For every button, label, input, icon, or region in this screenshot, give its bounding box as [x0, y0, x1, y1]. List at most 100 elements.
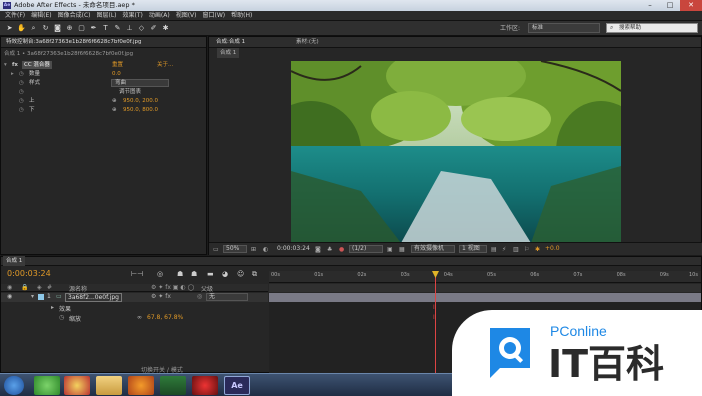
comp-mini-flowchart-icon[interactable]: ⊢⊣: [131, 270, 143, 278]
menu-help[interactable]: 帮助(H): [228, 11, 255, 20]
scale-property-row[interactable]: ◷ 缩放 ∞ 67.8, 67.8%: [41, 314, 268, 323]
effect-controls-tab[interactable]: 特效控制台:3a68f27363e1b28f6f6628c7bf0e0f.jpg: [3, 37, 145, 47]
stopwatch-icon[interactable]: ◷: [19, 106, 24, 114]
hide-shy-layers-icon[interactable]: ☗: [191, 270, 197, 278]
exposure-icon[interactable]: ✱: [535, 246, 540, 253]
draft-3d-icon[interactable]: ☗: [177, 270, 183, 278]
keyframe-marker[interactable]: I: [433, 304, 435, 311]
after-effects-taskbar-icon[interactable]: Ae: [224, 376, 250, 395]
camera-select[interactable]: 有效摄像机: [411, 245, 455, 253]
stopwatch-icon[interactable]: ◷: [19, 70, 24, 78]
frame-blending-icon[interactable]: ▬: [207, 270, 214, 278]
color-channel-icon[interactable]: ●: [339, 246, 344, 253]
about-link[interactable]: 关于...: [157, 61, 173, 69]
fast-preview-icon[interactable]: ⚡: [502, 246, 506, 253]
style-dropdown[interactable]: 弯曲: [111, 79, 169, 87]
close-button[interactable]: ✕: [680, 0, 702, 11]
constrain-proportions-icon[interactable]: ∞: [137, 314, 142, 321]
stopwatch-icon[interactable]: ◷: [19, 97, 24, 105]
footage-tab[interactable]: 素材:(无): [293, 37, 322, 47]
expand-triangle-icon[interactable]: ▾: [31, 293, 34, 300]
timeline-timecode[interactable]: 0:00:03:24: [7, 269, 51, 279]
grid-icon[interactable]: ⊞: [251, 246, 256, 253]
crosshair-icon[interactable]: ⊕: [112, 106, 117, 114]
menu-composition[interactable]: 图像合成(C): [55, 11, 94, 20]
live-update-icon[interactable]: ◎: [157, 270, 163, 278]
firefox-icon[interactable]: [128, 376, 154, 395]
adjust-graph-label[interactable]: 调节图表: [119, 88, 141, 96]
region-of-interest-icon[interactable]: ▣: [387, 246, 393, 253]
pen-tool-icon[interactable]: ✒: [89, 24, 98, 33]
camera-tool-icon[interactable]: ◙: [53, 24, 62, 33]
zoom-tool-icon[interactable]: ⌕: [29, 24, 38, 33]
pan-behind-tool-icon[interactable]: ⊕: [65, 24, 74, 33]
browser-360-icon[interactable]: [34, 376, 60, 395]
eye-icon[interactable]: ◉: [7, 293, 12, 300]
current-time-indicator[interactable]: [435, 271, 436, 374]
effect-name[interactable]: CC 混合器: [22, 61, 52, 69]
file-explorer-icon[interactable]: [96, 376, 122, 395]
flowchart-icon[interactable]: ⚐: [524, 246, 529, 253]
menu-edit[interactable]: 编辑(E): [28, 11, 54, 20]
workspace-select[interactable]: 标准: [528, 23, 600, 33]
source-name-header[interactable]: 源名称: [69, 284, 87, 293]
layer-name[interactable]: 3a68f2...0e0f.jpg: [65, 293, 122, 302]
hand-tool-icon[interactable]: ✋: [17, 24, 26, 33]
param-value[interactable]: 0.0: [112, 70, 121, 78]
menu-view[interactable]: 视图(V): [173, 11, 200, 20]
text-tool-icon[interactable]: T: [101, 24, 110, 33]
maximize-button[interactable]: □: [660, 0, 680, 11]
menu-layer[interactable]: 图层(L): [94, 11, 120, 20]
expand-triangle-icon[interactable]: ▾: [4, 61, 7, 69]
menu-animation[interactable]: 动画(A): [146, 11, 173, 20]
graph-editor-icon[interactable]: ⧉: [252, 270, 257, 279]
fx-badge[interactable]: fx: [12, 61, 18, 69]
rectangle-tool-icon[interactable]: ▢: [77, 24, 86, 33]
media-player-icon[interactable]: [160, 376, 186, 395]
mask-icon[interactable]: ◐: [263, 246, 268, 253]
minimize-button[interactable]: –: [640, 0, 660, 11]
show-snapshot-icon[interactable]: ♣: [327, 246, 332, 253]
selection-tool-icon[interactable]: ➤: [5, 24, 14, 33]
eraser-tool-icon[interactable]: ◇: [137, 24, 146, 33]
layer-duration-bar[interactable]: [269, 293, 701, 302]
menu-file[interactable]: 文件(F): [2, 11, 28, 20]
puppet-pin-tool-icon[interactable]: ✱: [161, 24, 170, 33]
resolution-select[interactable]: (1/2): [349, 245, 383, 253]
stopwatch-icon[interactable]: ◷: [19, 88, 24, 96]
composition-subtab[interactable]: 合成 1: [217, 48, 240, 58]
roto-brush-tool-icon[interactable]: ✐: [149, 24, 158, 33]
crosshair-icon[interactable]: ⊕: [112, 97, 117, 105]
recorder-icon[interactable]: [192, 376, 218, 395]
time-ruler[interactable]: 00s 01s 02s 03s 04s 05s 06s 07s 08s 09s 10s: [269, 271, 701, 283]
search-help-input[interactable]: ⌕ 搜索帮助: [606, 23, 698, 33]
param-value[interactable]: 950.0, 200.0: [123, 97, 158, 105]
rotate-tool-icon[interactable]: ↻: [41, 24, 50, 33]
timeline-tab[interactable]: 合成 1: [3, 256, 26, 266]
layer-switches[interactable]: ⚙ ✦ fx: [151, 293, 171, 300]
composition-image[interactable]: [291, 61, 621, 243]
scale-value[interactable]: 67.8, 67.8%: [147, 314, 183, 321]
snapshot-icon[interactable]: ◙: [315, 246, 321, 253]
timeline-icon[interactable]: ▥: [513, 246, 519, 253]
clone-stamp-tool-icon[interactable]: ⊥: [125, 24, 134, 33]
exposure-value[interactable]: +0.0: [545, 245, 560, 253]
parent-select[interactable]: 无: [206, 293, 248, 301]
views-select[interactable]: 1 视图: [459, 245, 487, 253]
viewer-timecode[interactable]: 0:00:03:24: [277, 245, 310, 253]
layer-row[interactable]: ◉ ▾ 1 ▭ 3a68f2...0e0f.jpg ⚙ ✦ fx ◎ 无: [1, 293, 268, 302]
brush-tool-icon[interactable]: ✎: [113, 24, 122, 33]
menu-window[interactable]: 窗口(W): [199, 11, 228, 20]
always-preview-icon[interactable]: ▭: [213, 246, 219, 253]
start-button[interactable]: [4, 376, 24, 395]
parent-pickwhip-icon[interactable]: ◎: [197, 293, 202, 300]
zoom-select[interactable]: 50%: [223, 245, 247, 253]
qq-icon[interactable]: [64, 376, 90, 395]
work-area-bar[interactable]: [269, 284, 701, 292]
reset-link[interactable]: 重置: [112, 61, 123, 69]
menu-effect[interactable]: 效果(T): [120, 11, 146, 20]
expand-triangle-icon[interactable]: ▸: [51, 304, 54, 311]
stopwatch-icon[interactable]: ◷: [19, 79, 24, 87]
label-color-swatch[interactable]: [38, 294, 44, 300]
pixel-aspect-icon[interactable]: ▤: [491, 246, 497, 253]
